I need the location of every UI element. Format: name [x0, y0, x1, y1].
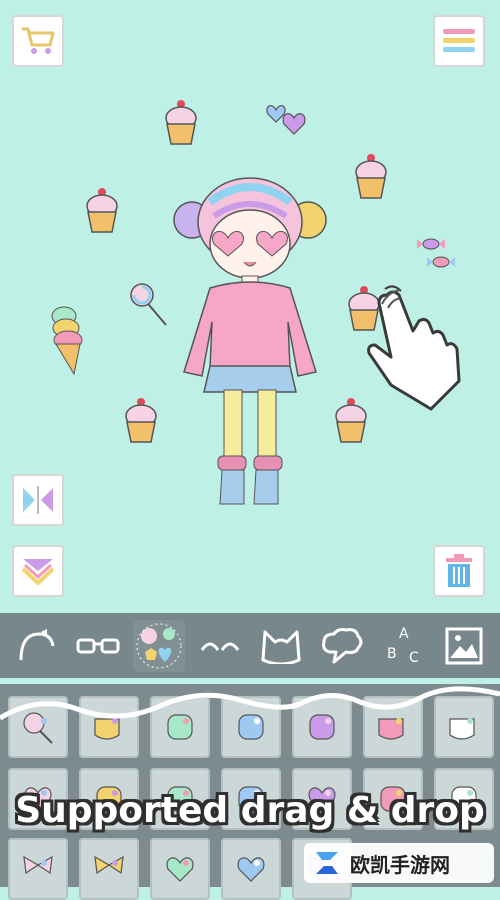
tab-speech[interactable]	[316, 620, 368, 672]
cupcake-sticker[interactable]	[333, 396, 369, 444]
svg-text:A: A	[399, 626, 409, 642]
tab-letters[interactable]: ABC	[377, 620, 429, 672]
wave-divider	[0, 686, 500, 721]
tab-headband[interactable]	[11, 620, 63, 672]
background-image-icon	[445, 627, 482, 664]
layer-down-button[interactable]	[12, 545, 64, 597]
watermark-logo-icon	[316, 852, 338, 874]
cupcake-sticker[interactable]	[353, 152, 389, 200]
cupcake-sticker[interactable]	[84, 186, 120, 234]
speech-bubble-icon	[321, 627, 362, 663]
sticker-icon	[136, 623, 181, 668]
trash-icon	[446, 554, 472, 587]
lollipop-sticker[interactable]	[126, 281, 170, 327]
tab-background[interactable]	[438, 620, 490, 672]
tab-stickers[interactable]	[132, 619, 185, 672]
svg-text:C: C	[409, 650, 419, 666]
candies-sticker[interactable]	[413, 235, 459, 271]
glasses-icon	[76, 638, 119, 653]
eyes-icon	[200, 642, 239, 651]
drip-heart-icon	[237, 857, 265, 882]
category-tab-bar: ABC	[0, 613, 500, 678]
bow-icon	[23, 855, 53, 875]
shop-button[interactable]	[12, 15, 64, 67]
cupcake-sticker[interactable]	[163, 98, 199, 146]
bow-icon	[94, 855, 124, 875]
hearts-icon	[166, 857, 194, 882]
dressup-stage[interactable]	[0, 0, 500, 612]
item-slot[interactable]	[221, 838, 281, 900]
tab-ears[interactable]	[255, 620, 307, 672]
watermark-text: 欧凯手游网	[350, 852, 450, 877]
cat-ears-icon	[261, 630, 300, 664]
cupcake-sticker[interactable]	[123, 396, 159, 444]
flip-icon	[23, 486, 53, 514]
cart-icon	[22, 27, 55, 54]
watermark-badge: 欧凯手游网	[304, 843, 494, 883]
layer-down-icon	[21, 559, 55, 586]
item-slot[interactable]	[150, 838, 210, 900]
menu-icon	[443, 29, 475, 52]
tab-glasses[interactable]	[72, 620, 124, 672]
doll-character[interactable]	[170, 172, 330, 512]
ice-cream-sticker[interactable]	[46, 304, 86, 376]
letters-icon: AB C	[387, 626, 419, 666]
svg-text:B: B	[387, 646, 397, 662]
tap-motion-lines	[381, 289, 401, 309]
tab-eyes[interactable]	[194, 620, 246, 672]
caption-text: Supported drag & drop	[15, 790, 485, 831]
item-slot[interactable]	[79, 838, 139, 900]
delete-button[interactable]	[433, 545, 485, 597]
flip-button[interactable]	[12, 474, 64, 526]
menu-button[interactable]	[433, 15, 485, 67]
headband-icon	[19, 628, 54, 660]
item-slot[interactable]	[8, 838, 68, 900]
hearts-sticker[interactable]	[264, 100, 310, 140]
